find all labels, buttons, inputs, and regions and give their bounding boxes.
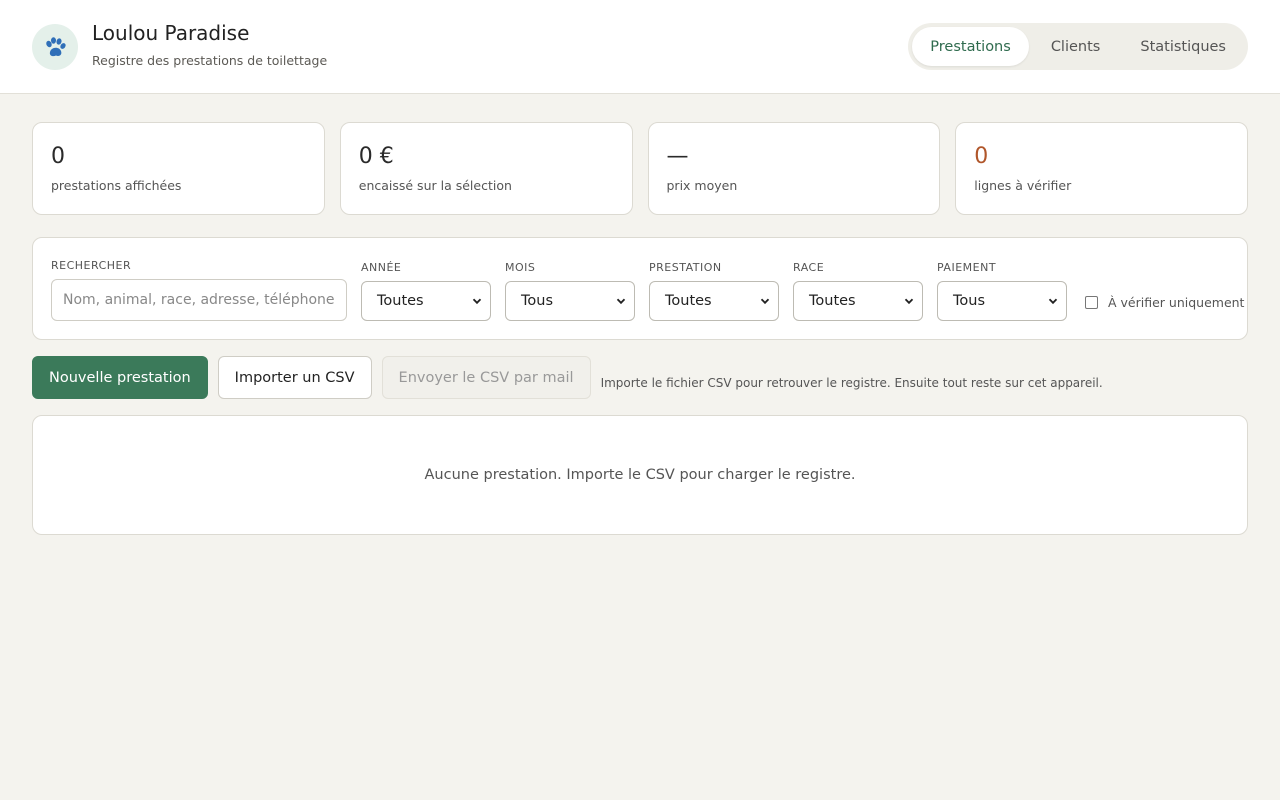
filters-panel: RECHERCHER ANNÉE Toutes MOIS Tous PRESTA… <box>32 237 1248 340</box>
stat-card-average: — prix moyen <box>647 122 941 215</box>
stat-label: lignes à vérifier <box>974 178 1072 193</box>
tab-prestations[interactable]: Prestations <box>912 27 1029 66</box>
race-value: Toutes <box>809 293 856 309</box>
chevron-down-icon <box>904 298 914 305</box>
verify-only-label: À vérifier uniquement <box>1108 295 1245 310</box>
chevron-down-icon <box>1048 298 1058 305</box>
annee-select[interactable]: Toutes <box>361 281 491 321</box>
chevron-down-icon <box>760 298 770 305</box>
prestation-label: PRESTATION <box>649 261 722 274</box>
stat-label: prestations affichées <box>51 178 182 193</box>
paiement-select[interactable]: Tous <box>937 281 1067 321</box>
app-title: Loulou Paradise <box>92 21 250 45</box>
stat-label: encaissé sur la sélection <box>358 178 512 193</box>
stat-value: 0 <box>51 144 65 169</box>
stat-value: 0 € <box>358 144 394 169</box>
actions-bar: Nouvelle prestation Importer un CSV Envo… <box>0 340 1280 399</box>
tab-statistiques[interactable]: Statistiques <box>1122 27 1244 66</box>
search-input[interactable] <box>51 279 347 321</box>
stat-card-count: 0 prestations affichées <box>32 122 325 215</box>
annee-label: ANNÉE <box>361 261 402 274</box>
paiement-value: Tous <box>953 293 986 309</box>
main-tabs: Prestations Clients Statistiques <box>908 23 1248 70</box>
mois-value: Tous <box>521 293 554 309</box>
prestation-select[interactable]: Toutes <box>649 281 779 321</box>
stat-card-to-verify: 0 lignes à vérifier <box>955 122 1248 215</box>
app-subtitle: Registre des prestations de toilettage <box>92 53 328 68</box>
mois-select[interactable]: Tous <box>505 281 635 321</box>
brand: Loulou Paradise Registre des prestations… <box>32 21 328 70</box>
new-prestation-button[interactable]: Nouvelle prestation <box>32 356 208 399</box>
paw-icon <box>46 36 66 56</box>
tab-clients[interactable]: Clients <box>1033 27 1119 66</box>
prestation-value: Toutes <box>665 293 712 309</box>
chevron-down-icon <box>616 298 626 305</box>
stat-value: — <box>666 144 689 169</box>
stat-label: prix moyen <box>666 178 738 193</box>
empty-state: Aucune prestation. Importe le CSV pour c… <box>32 415 1248 535</box>
chevron-down-icon <box>472 298 482 305</box>
top-bar: Loulou Paradise Registre des prestations… <box>0 0 1280 94</box>
stats-row: 0 prestations affichées 0 € encaissé sur… <box>0 94 1280 215</box>
search-label: RECHERCHER <box>51 259 132 272</box>
race-select[interactable]: Toutes <box>793 281 923 321</box>
verify-only-checkbox[interactable] <box>1085 296 1098 309</box>
stat-card-revenue: 0 € encaissé sur la sélection <box>339 122 633 215</box>
empty-state-message: Aucune prestation. Importe le CSV pour c… <box>424 467 856 483</box>
paiement-label: PAIEMENT <box>937 261 997 274</box>
verify-only-toggle: À vérifier uniquement <box>1085 295 1244 310</box>
annee-value: Toutes <box>377 293 424 309</box>
import-hint: Importe le fichier CSV pour retrouver le… <box>600 375 1103 390</box>
mois-label: MOIS <box>505 261 536 274</box>
email-csv-button[interactable]: Envoyer le CSV par mail <box>381 356 591 399</box>
logo <box>32 23 78 70</box>
stat-value: 0 <box>974 144 989 169</box>
race-label: RACE <box>793 261 825 274</box>
import-csv-button[interactable]: Importer un CSV <box>217 356 372 399</box>
